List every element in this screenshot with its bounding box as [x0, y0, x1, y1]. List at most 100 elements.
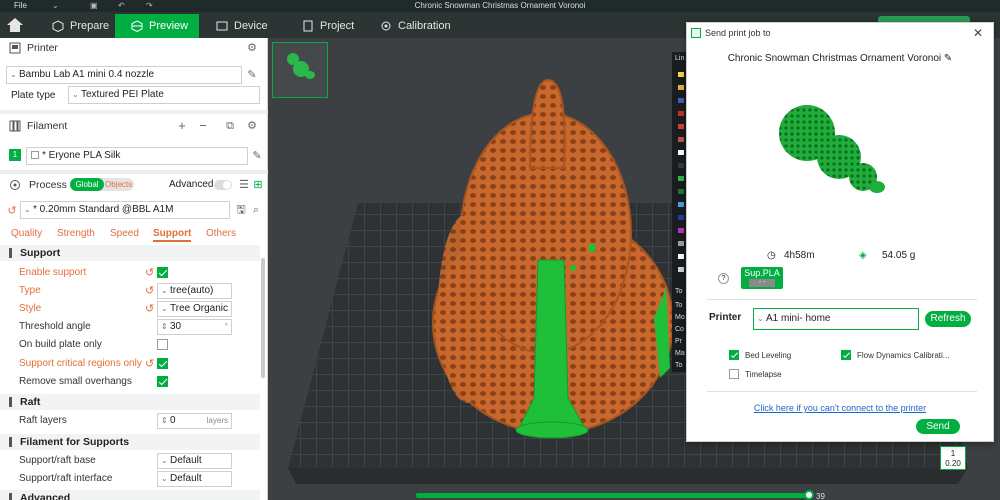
reset-icon[interactable]: ↺ [145, 284, 154, 297]
filament-icon [9, 120, 21, 132]
scrollbar[interactable] [261, 258, 265, 378]
settings-panel: Printer ⚙ ⌄ Bambu Lab A1 mini 0.4 nozzle… [0, 38, 268, 500]
tab-project[interactable]: Project [290, 14, 365, 38]
filament-supports-group-header: Filament for Supports [0, 434, 260, 450]
critical-regions-checkbox[interactable] [157, 358, 168, 369]
stepper-icon: ⇕ [161, 322, 168, 331]
reset-icon[interactable]: ↺ [145, 266, 154, 279]
legend-swatch [678, 254, 684, 259]
threshold-angle-stepper[interactable]: ⇕ 30 ° [157, 319, 232, 335]
tab-device[interactable]: Device [204, 14, 279, 38]
legend-swatch [678, 202, 684, 207]
raft-layers-stepper[interactable]: ⇕ 0 layers [157, 413, 232, 429]
setting-support-raft-base: Support/raft base ⌄ Default [0, 452, 260, 470]
weight-icon: ◈ [859, 250, 867, 261]
legend-row: To [675, 302, 683, 309]
toggle-global[interactable]: Global [70, 178, 104, 191]
build-plate-only-checkbox[interactable] [157, 339, 168, 350]
tab-strength[interactable]: Strength [57, 228, 95, 239]
layer-slider-handle[interactable] [804, 490, 814, 500]
search-icon[interactable]: ⌕ [250, 204, 262, 216]
save-icon[interactable]: 🖫 [235, 204, 247, 216]
divider [707, 391, 977, 392]
help-icon[interactable]: ? [718, 273, 729, 284]
support-style-select[interactable]: ⌄ Tree Organic [157, 301, 232, 317]
connection-help-link[interactable]: Click here if you can't connect to the p… [687, 403, 993, 413]
advanced-toggle[interactable] [214, 180, 232, 190]
plate-type-select[interactable]: ⌄ Textured PEI Plate [68, 86, 260, 104]
support-type-select[interactable]: ⌄ tree(auto) [157, 283, 232, 299]
legend-swatch [678, 228, 684, 233]
process-section-header: Process Global Objects Advanced ☰ ⊞ [0, 175, 268, 195]
tab-quality[interactable]: Quality [11, 228, 42, 239]
chevron-down-icon: ⌄ [161, 304, 168, 313]
legend-swatch [678, 150, 684, 155]
edit-icon[interactable]: ✎ [251, 150, 263, 162]
compare-icon[interactable]: ⊞ [252, 179, 264, 191]
device-icon [216, 21, 228, 31]
divider [707, 299, 977, 300]
timelapse-checkbox[interactable] [729, 369, 739, 379]
tab-prepare[interactable]: Prepare [40, 14, 115, 38]
layer-slider-value: 39 [816, 492, 825, 500]
legend-swatch [678, 163, 684, 168]
remove-overhangs-checkbox[interactable] [157, 376, 168, 387]
legend-row: Pr [675, 338, 682, 345]
support-interface-select[interactable]: ⌄ Default [157, 471, 232, 487]
legend-swatch [678, 72, 684, 77]
chevron-down-icon: ⌄ [10, 70, 17, 79]
filament-select[interactable]: * Eryone PLA Silk [26, 147, 248, 165]
setting-enable-support: Enable support ↺ [0, 264, 260, 282]
filament-section-header: Filament + − ⧉ ⚙ [0, 116, 268, 136]
setting-on-build-plate-only: On build plate only [0, 336, 260, 354]
list-icon[interactable]: ☰ [238, 179, 250, 191]
bed-leveling-option[interactable]: Bed Leveling [729, 350, 791, 360]
printer-dropdown[interactable]: ⌄ A1 mini- home [753, 308, 919, 330]
edit-icon[interactable]: ✎ [944, 53, 952, 64]
bed-leveling-checkbox[interactable] [729, 350, 739, 360]
gear-icon[interactable]: ⚙ [246, 120, 258, 132]
toggle-objects[interactable]: Objects [105, 178, 132, 191]
tab-speed[interactable]: Speed [110, 228, 139, 239]
process-profile-select[interactable]: ⌄ * 0.20mm Standard @BBL A1M [20, 201, 230, 219]
tab-others[interactable]: Others [206, 228, 236, 239]
enable-support-checkbox[interactable] [157, 267, 168, 278]
legend-swatch [678, 189, 684, 194]
add-icon[interactable]: + [176, 119, 188, 132]
reset-icon[interactable]: ↺ [145, 357, 154, 370]
edit-icon[interactable]: ✎ [246, 69, 258, 81]
raft-group-header: Raft [0, 394, 260, 410]
reset-icon[interactable]: ↺ [6, 205, 18, 217]
support-base-select[interactable]: ⌄ Default [157, 453, 232, 469]
send-button[interactable]: Send [916, 419, 960, 434]
layer-height-box: 1 0.20 [940, 446, 966, 470]
refresh-button[interactable]: Refresh [925, 311, 971, 327]
filament-mapping[interactable]: Sup.PLA - - [741, 267, 783, 289]
close-icon[interactable]: ✕ [973, 26, 983, 40]
tab-calibration[interactable]: Calibration [368, 14, 463, 38]
chevron-down-icon: ⌄ [72, 90, 79, 99]
layer-slider-track[interactable] [416, 493, 808, 498]
chevron-down-icon: ⌄ [757, 314, 764, 323]
dialog-header: Send print job to [705, 28, 771, 38]
global-objects-toggle[interactable]: Global Objects [70, 178, 134, 191]
tab-support[interactable]: Support [153, 228, 192, 242]
model-title: Chronic Snowman Christmas Ornament Voron… [727, 53, 953, 64]
setting-threshold-angle: Threshold angle ⇕ 30 ° [0, 318, 260, 336]
flow-calibration-option[interactable]: Flow Dynamics Calibrati... [841, 350, 949, 360]
printer-label: Printer [709, 312, 742, 323]
project-icon [303, 20, 313, 32]
reset-icon[interactable]: ↺ [145, 302, 154, 315]
tab-preview[interactable]: Preview [115, 14, 199, 38]
model-preview [779, 105, 885, 193]
gear-icon[interactable]: ⚙ [246, 42, 258, 54]
plate-thumbnail[interactable] [272, 42, 328, 98]
remove-icon[interactable]: − [197, 119, 209, 132]
sync-icon[interactable]: ⧉ [224, 120, 236, 132]
printer-select[interactable]: ⌄ Bambu Lab A1 mini 0.4 nozzle [6, 66, 242, 84]
legend-swatch [678, 98, 684, 103]
flow-calibration-checkbox[interactable] [841, 350, 851, 360]
timelapse-option[interactable]: Timelapse [729, 369, 782, 379]
home-icon[interactable] [6, 17, 24, 33]
cube-icon [52, 20, 64, 32]
